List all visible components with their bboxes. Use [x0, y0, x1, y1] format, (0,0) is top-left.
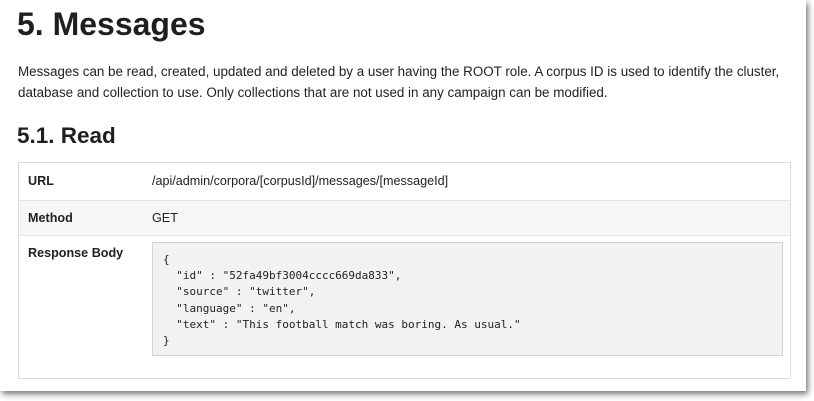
code-line: "text" : "This football match was boring…: [163, 317, 521, 331]
table-row-response-body: Response Body { "id" : "52fa49bf3004cccc…: [19, 236, 790, 378]
code-line: {: [163, 253, 170, 266]
code-line: "source" : "twitter",: [163, 285, 316, 299]
code-line: }: [163, 333, 170, 347]
endpoint-table: URL /api/admin/corpora/[corpusId]/messag…: [18, 162, 791, 379]
code-line: "id" : "52fa49bf3004cccc669da833",: [163, 269, 402, 283]
url-label: URL: [28, 174, 54, 188]
section-title: 5. Messages: [17, 6, 206, 42]
response-body-code-block: { "id" : "52fa49bf3004cccc669da833", "so…: [152, 242, 783, 356]
url-value: /api/admin/corpora/[corpusId]/messages/[…: [152, 174, 449, 188]
method-label: Method: [28, 211, 73, 225]
method-value: GET: [152, 211, 178, 225]
table-row-url: URL /api/admin/corpora/[corpusId]/messag…: [19, 163, 790, 200]
table-row-method: Method GET: [19, 200, 790, 236]
subsection-title: 5.1. Read: [17, 123, 116, 148]
response-body-label: Response Body: [28, 246, 124, 260]
documentation-page: 5. Messages Messages can be read, create…: [0, 0, 806, 391]
code-line: "language" : "en",: [163, 301, 296, 315]
section-intro: Messages can be read, created, updated a…: [18, 64, 780, 100]
